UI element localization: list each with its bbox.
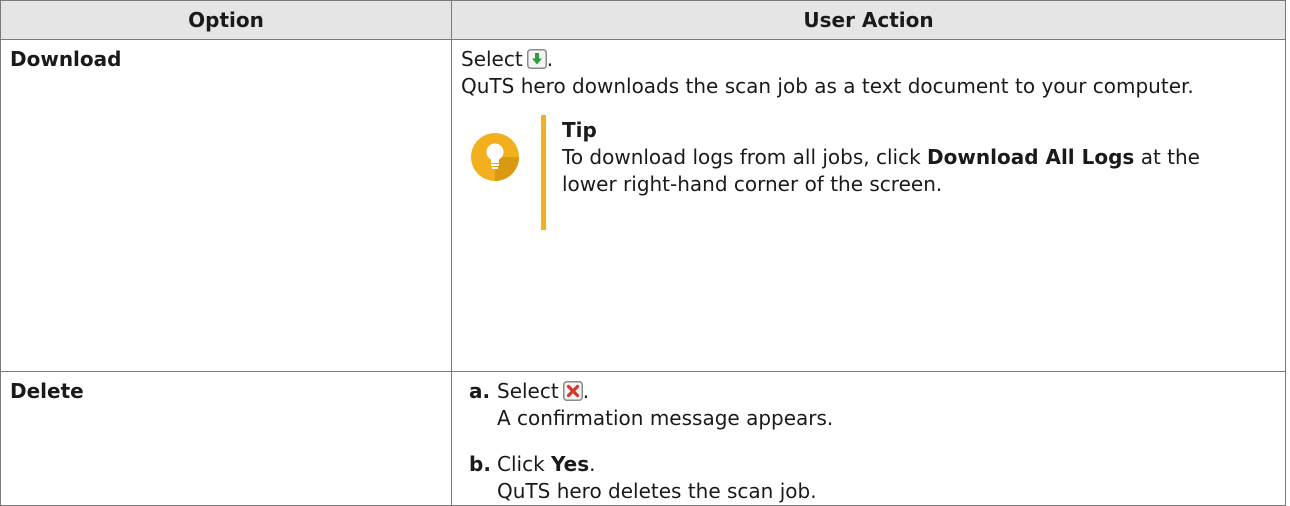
header-option: Option <box>0 0 452 40</box>
lightbulb-icon <box>471 133 519 181</box>
action-download: Select. QuTS hero downloads the scan job… <box>451 39 1286 372</box>
step-a-line: Select. <box>497 378 1275 405</box>
download-description: QuTS hero downloads the scan job as a te… <box>461 74 1194 98</box>
period: . <box>582 379 590 403</box>
tip-accent-bar <box>541 115 546 230</box>
step-letter: b. <box>469 452 491 476</box>
option-delete: Delete <box>0 371 452 506</box>
select-text: Select <box>461 47 523 71</box>
header-user-action: User Action <box>451 0 1286 40</box>
action-delete: a. Select. A confirmation message appear… <box>451 371 1286 506</box>
step-b: b. Click Yes. QuTS hero deletes the scan… <box>461 451 1275 505</box>
download-all-logs-label: Download All Logs <box>927 145 1135 169</box>
period: . <box>589 452 596 476</box>
tip-callout: Tip To download logs from all jobs, clic… <box>471 115 1275 230</box>
download-select-line: Select. <box>461 46 1275 73</box>
step-b-line: Click Yes. <box>497 451 1275 478</box>
tip-text-before: To download logs from all jobs, click <box>562 145 921 169</box>
download-icon[interactable] <box>526 49 547 69</box>
step-a-result: A confirmation message appears. <box>497 406 834 430</box>
table-header-row: Option User Action <box>0 0 1286 40</box>
table-row-delete: Delete a. Select. A confirmation message… <box>0 371 1286 506</box>
tip-content: Tip To download logs from all jobs, clic… <box>562 117 1242 198</box>
tip-body: To download logs from all jobs, click Do… <box>562 144 1242 198</box>
tip-title: Tip <box>562 118 597 142</box>
click-text: Click <box>497 452 545 476</box>
period: . <box>546 47 554 71</box>
yes-label: Yes <box>551 452 590 476</box>
options-table: Option User Action Download Select. QuTS… <box>0 0 1286 506</box>
step-b-result: QuTS hero deletes the scan job. <box>497 479 817 503</box>
delete-icon[interactable] <box>562 381 583 401</box>
option-download: Download <box>0 39 452 372</box>
step-letter: a. <box>469 379 491 403</box>
step-a: a. Select. A confirmation message appear… <box>461 378 1275 432</box>
table-row-download: Download Select. QuTS hero downloads the… <box>0 39 1286 372</box>
select-text: Select <box>497 379 559 403</box>
